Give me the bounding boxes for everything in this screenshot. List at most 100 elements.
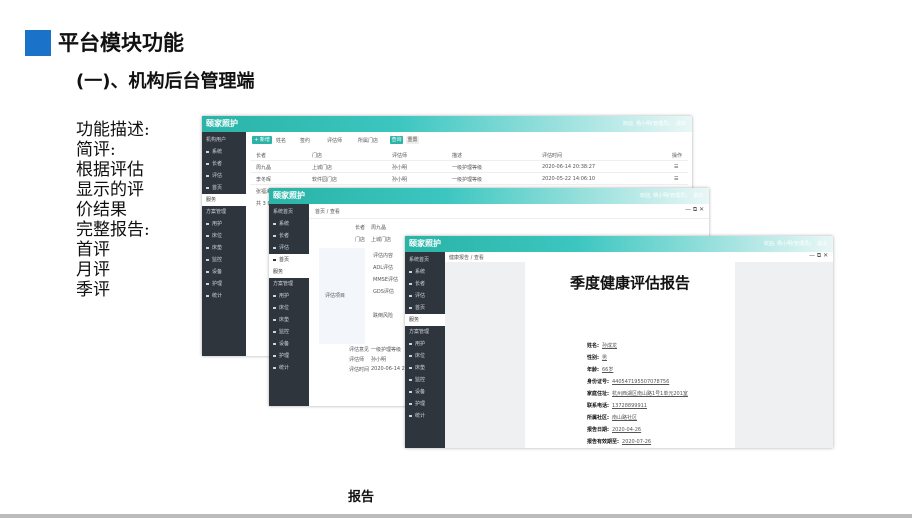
sidebar-item[interactable]: 统计 — [202, 290, 246, 302]
divider — [250, 160, 688, 161]
logout-link[interactable]: 退出 — [817, 240, 827, 247]
sidebar-item-active[interactable]: 服务 — [405, 314, 445, 326]
sidebar-item[interactable]: 评估 — [202, 170, 246, 182]
description-line: 首评 — [76, 240, 110, 260]
sidebar-item[interactable]: 首页 — [405, 302, 445, 314]
sidebar-item[interactable]: 首页 — [202, 182, 246, 194]
table-cell: 孙小明 — [392, 177, 408, 183]
sidebar-item[interactable]: 设备 — [269, 338, 309, 350]
column-header: 长者 — [256, 153, 267, 159]
description: 功能描述: 简评: 根据评估 显示的评 价结果 完整报告: 首评 月评 季评 — [76, 120, 150, 300]
sidebar-item[interactable]: 服务 — [269, 266, 309, 278]
app-brand: 颐家照护 — [273, 191, 305, 200]
sidebar-item[interactable]: 系统 — [269, 218, 309, 230]
caption: 报告 — [348, 490, 375, 505]
report-field: 姓名: 孙成龙 — [587, 343, 618, 349]
table-cell: 上城门店 — [312, 165, 333, 171]
sidebar-item[interactable]: 床位 — [405, 350, 445, 362]
sidebar-header: 系统首页 — [273, 209, 294, 215]
section-subtitle: (一)、机构后台管理端 — [76, 71, 255, 92]
assessment-item[interactable]: MMSE评估 — [373, 276, 398, 283]
column-header: 评估时间 — [542, 153, 563, 159]
description-line: 简评: — [76, 140, 116, 160]
divider — [250, 184, 688, 185]
sidebar-item[interactable]: 用护 — [202, 218, 246, 230]
app-brand: 颐家照护 — [409, 239, 441, 248]
sidebar-item[interactable]: 用护 — [405, 338, 445, 350]
sidebar-item[interactable]: 评估 — [269, 242, 309, 254]
field-label: 长者 — [355, 225, 366, 231]
reset-button[interactable]: 重置 — [406, 136, 419, 144]
sidebar: 机构用户 系统 长者 评估 首页 服务 方案管理 用护 床位 床垫 监控 设备 … — [202, 132, 246, 356]
sidebar-item[interactable]: 床位 — [269, 302, 309, 314]
sidebar-item[interactable]: 床垫 — [269, 314, 309, 326]
sidebar-item[interactable]: 长者 — [405, 278, 445, 290]
sidebar-item[interactable]: 设备 — [405, 386, 445, 398]
sidebar-item[interactable]: 床位 — [202, 230, 246, 242]
user-label: 欢迎, 杨小明(管理员) — [763, 241, 811, 247]
report-field: 报告日期: 2020-04-26 — [587, 427, 642, 433]
sidebar-item[interactable]: 方案管理 — [269, 278, 309, 290]
sidebar-item-active[interactable]: 服务 — [202, 194, 246, 206]
app-topbar: 颐家照护 欢迎, 杨小明(管理员) 退出 — [202, 116, 692, 132]
sidebar-item[interactable]: 监控 — [405, 374, 445, 386]
sidebar-item[interactable]: 方案管理 — [202, 206, 246, 218]
assessment-item[interactable]: ADL评估 — [373, 264, 393, 271]
assessment-item[interactable]: GDS评估 — [373, 288, 394, 295]
description-line: 价结果 — [76, 200, 127, 220]
sidebar-item[interactable]: 长者 — [269, 230, 309, 242]
sidebar-item[interactable]: 护理 — [202, 278, 246, 290]
sidebar-item[interactable]: 设备 — [202, 266, 246, 278]
sidebar-item[interactable]: 用护 — [269, 290, 309, 302]
window-controls[interactable]: — ⧉ ✕ — [809, 252, 828, 260]
sidebar-item[interactable]: 统计 — [269, 362, 309, 374]
sidebar-header: 系统首页 — [409, 257, 430, 263]
user-label: 欢迎, 杨小明(管理员) — [639, 193, 687, 199]
search-button[interactable]: 查询 — [390, 136, 403, 144]
filter-contract[interactable]: 签约 — [300, 137, 310, 144]
table-cell: 2020-05-22 14:06:10 — [542, 176, 596, 182]
breadcrumb: 首页 / 查看 — [315, 209, 340, 215]
sidebar-item[interactable]: 系统 — [202, 146, 246, 158]
field-label: 评估项目 — [325, 293, 346, 299]
report-field: 身份证号: 440547195507078756 — [587, 379, 670, 385]
report-field: 联系电话: 13728899911 — [587, 403, 647, 409]
window-controls[interactable]: — ⧉ ✕ — [685, 206, 704, 214]
filter-assessor[interactable]: 评估师 — [327, 137, 342, 144]
sidebar-item[interactable]: 护理 — [269, 350, 309, 362]
sidebar-item[interactable]: 床垫 — [405, 362, 445, 374]
description-line: 根据评估 — [76, 160, 144, 180]
section-header: 评估内容 — [373, 253, 394, 259]
field-label: 评估意见 — [349, 347, 370, 353]
report-paper: 季度健康评估报告 姓名: 孙成龙 性别: 男 年龄: 66岁 身份证号: 4405471… — [525, 262, 735, 448]
table-cell: 李冬晖 — [256, 177, 272, 183]
divider — [309, 218, 709, 219]
app-topbar: 颐家照护 欢迎, 杨小明(管理员) 退出 — [405, 236, 833, 252]
logout-link[interactable]: 退出 — [693, 192, 703, 199]
user-label: 欢迎, 杨小明(管理员) — [622, 121, 670, 127]
field-value: 一级护理等级 — [371, 347, 402, 353]
sidebar-item[interactable]: 方案管理 — [405, 326, 445, 338]
description-line: 显示的评 — [76, 180, 144, 200]
sidebar-item[interactable]: 系统 — [405, 266, 445, 278]
logout-link[interactable]: 退出 — [676, 120, 686, 127]
sidebar-item[interactable]: 评估 — [405, 290, 445, 302]
assessment-item[interactable]: 跌倒风险 — [373, 312, 393, 319]
filter-name[interactable]: 姓名 — [276, 137, 286, 144]
sidebar-item[interactable]: 长者 — [202, 158, 246, 170]
sidebar-item[interactable]: 统计 — [405, 410, 445, 422]
add-button[interactable]: + 新增 — [252, 136, 272, 144]
field-label: 评估师 — [349, 357, 365, 363]
column-header: 评估师 — [392, 153, 408, 159]
sidebar-item[interactable]: 监控 — [269, 326, 309, 338]
sidebar-item[interactable]: 监控 — [202, 254, 246, 266]
sidebar-item[interactable]: 床垫 — [202, 242, 246, 254]
table-cell: 周九晶 — [256, 165, 272, 171]
row-action-icon[interactable]: ☰ — [674, 164, 678, 170]
row-action-icon[interactable]: ☰ — [674, 176, 678, 182]
sidebar-item-active[interactable]: 首页 — [269, 254, 309, 266]
sidebar-item[interactable]: 护理 — [405, 398, 445, 410]
table-cell: 一级护理等级 — [452, 165, 483, 171]
column-header: 操作 — [672, 153, 683, 159]
filter-store[interactable]: 所属门店 — [358, 137, 378, 144]
